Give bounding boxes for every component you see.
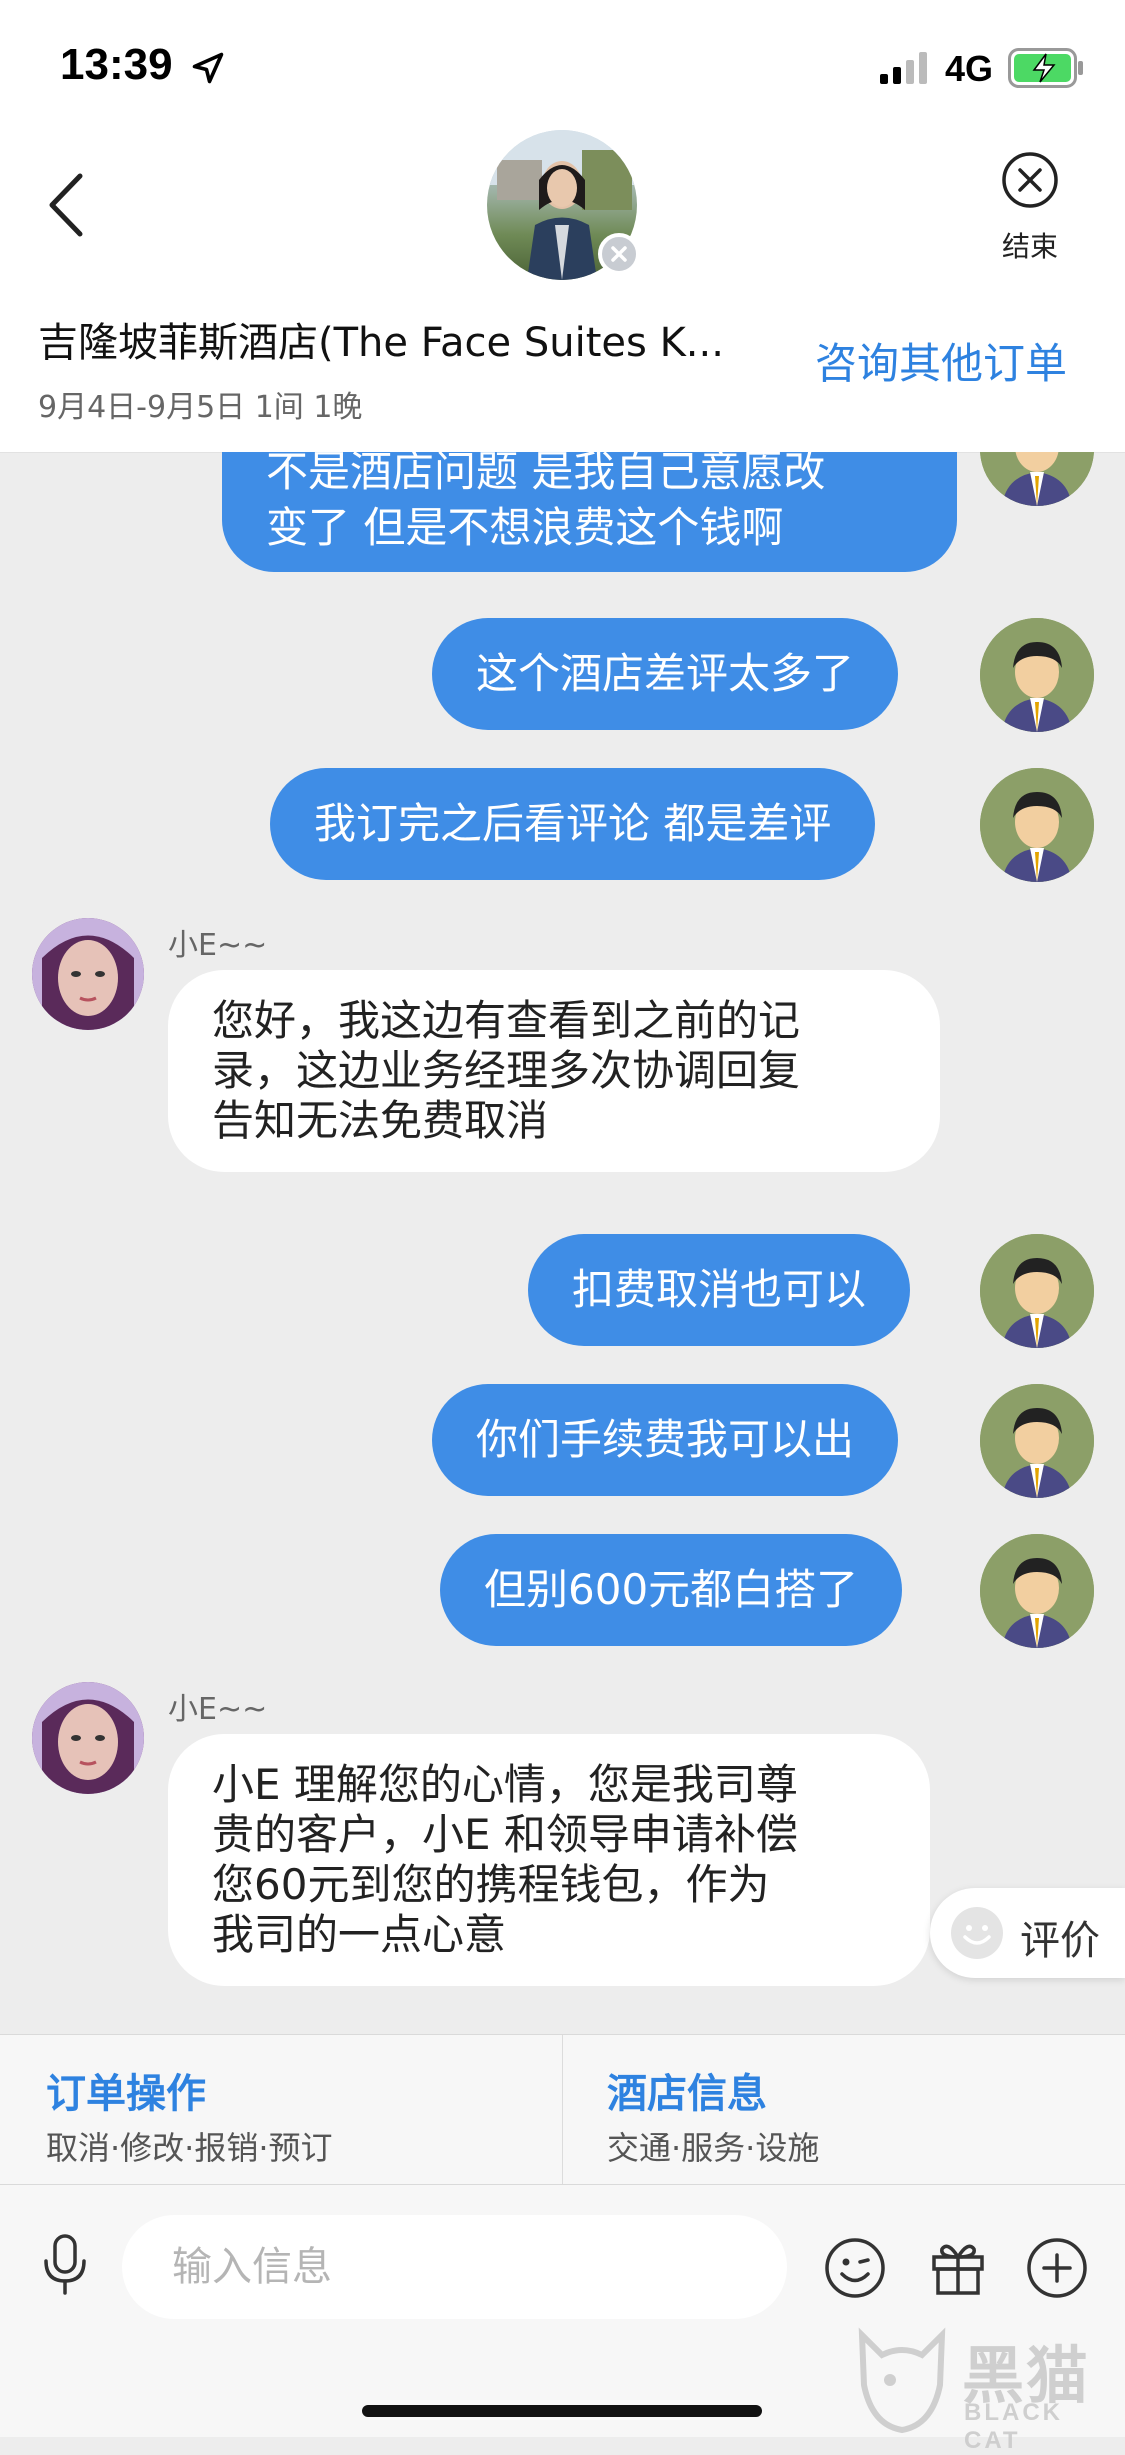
message-line: 不是酒店问题 是我自己意愿改 bbox=[266, 452, 826, 496]
message-line: 您好，我这边有查看到之前的记 bbox=[212, 996, 801, 1045]
order-operations-button[interactable]: 订单操作 取消·修改·报销·预订 bbox=[0, 2035, 562, 2185]
hotel-info-title: 酒店信息 bbox=[607, 2071, 767, 2117]
message-line: 您60元到您的携程钱包，作为 bbox=[212, 1860, 770, 1909]
user-message-bubble: 不是酒店问题 是我自己意愿改 变了 但是不想浪费这个钱啊 bbox=[222, 452, 957, 572]
message-text: 扣费取消也可以 bbox=[572, 1265, 867, 1314]
black-cat-logo-icon bbox=[858, 2327, 946, 2434]
battery-charging-icon bbox=[1008, 48, 1083, 88]
user-message-bubble: 我订完之后看评论 都是差评 bbox=[270, 768, 876, 880]
message-input[interactable] bbox=[122, 2215, 787, 2319]
microphone-icon[interactable] bbox=[40, 2233, 90, 2297]
status-bar: 13:39 4G bbox=[0, 0, 1125, 130]
end-chat-button[interactable]: 结束 bbox=[1000, 150, 1070, 263]
close-badge-icon[interactable] bbox=[598, 233, 640, 275]
user-avatar[interactable] bbox=[980, 1534, 1094, 1648]
user-avatar-icon bbox=[980, 768, 1094, 882]
watermark: 黑猫 BLACK CAT bbox=[852, 2325, 1122, 2454]
watermark-text-en: BLACK CAT bbox=[964, 2399, 1063, 2454]
rate-label: 评价 bbox=[1020, 1918, 1100, 1964]
network-type: 4G bbox=[945, 48, 994, 89]
user-avatar[interactable] bbox=[980, 1234, 1094, 1348]
hotel-info-button[interactable]: 酒店信息 交通·服务·设施 bbox=[563, 2035, 1125, 2185]
message-line: 录，这边业务经理多次协调回复 bbox=[212, 1046, 801, 1095]
smiley-icon bbox=[951, 1907, 1003, 1959]
order-operations-subtitle: 取消·修改·报销·预订 bbox=[46, 2129, 333, 2167]
user-avatar-icon bbox=[980, 1534, 1094, 1648]
chat-message-list[interactable]: 不是酒店问题 是我自己意愿改 变了 但是不想浪费这个钱啊 这个酒店差评太多了 我… bbox=[0, 452, 1125, 2032]
agent-name: 小E~~ bbox=[168, 928, 268, 963]
plus-circle-icon[interactable] bbox=[1026, 2237, 1088, 2299]
agent-message-bubble: 您好，我这边有查看到之前的记 录，这边业务经理多次协调回复 告知无法免费取消 bbox=[168, 970, 940, 1172]
user-avatar-icon bbox=[980, 452, 1094, 506]
user-avatar[interactable] bbox=[980, 768, 1094, 882]
message-text: 但别600元都白搭了 bbox=[484, 1565, 859, 1614]
home-indicator[interactable] bbox=[362, 2405, 762, 2417]
signal-strength-icon bbox=[880, 52, 927, 84]
back-arrow-icon[interactable] bbox=[42, 170, 90, 240]
gift-icon[interactable] bbox=[928, 2237, 988, 2297]
hotel-info-subtitle: 交通·服务·设施 bbox=[607, 2129, 820, 2167]
message-text: 我订完之后看评论 都是差评 bbox=[314, 799, 832, 848]
end-chat-label: 结束 bbox=[1002, 230, 1059, 263]
agent-message-bubble: 小E 理解您的心情，您是我司尊 贵的客户，小E 和领导申请补偿 您60元到您的携… bbox=[168, 1734, 930, 1986]
user-message-bubble: 但别600元都白搭了 bbox=[440, 1534, 903, 1646]
order-operations-title: 订单操作 bbox=[46, 2071, 206, 2117]
hotel-title: 吉隆坡菲斯酒店(The Face Suites K... bbox=[38, 320, 724, 366]
message-line: 变了 但是不想浪费这个钱啊 bbox=[266, 503, 784, 552]
message-text: 这个酒店差评太多了 bbox=[476, 649, 855, 698]
stay-dates: 9月4日-9月5日 1间 1晚 bbox=[38, 390, 363, 425]
location-arrow-icon bbox=[192, 52, 224, 84]
chat-header: 结束 吉隆坡菲斯酒店(The Face Suites K... 9月4日-9月5… bbox=[0, 130, 1125, 453]
agent-small-avatar[interactable] bbox=[32, 918, 144, 1030]
user-avatar-icon bbox=[980, 1234, 1094, 1348]
message-line: 小E 理解您的心情，您是我司尊 bbox=[212, 1760, 798, 1809]
quick-action-panel: 订单操作 取消·修改·报销·预订 酒店信息 交通·服务·设施 bbox=[0, 2034, 1125, 2185]
message-line: 我司的一点心意 bbox=[212, 1910, 507, 1959]
message-line: 告知无法免费取消 bbox=[212, 1096, 549, 1145]
rate-service-button[interactable]: 评价 bbox=[930, 1888, 1125, 1978]
user-avatar[interactable] bbox=[980, 452, 1094, 506]
emoji-icon[interactable] bbox=[824, 2237, 886, 2299]
message-line: 贵的客户，小E 和领导申请补偿 bbox=[212, 1810, 798, 1859]
status-time: 13:39 bbox=[60, 40, 173, 89]
agent-face-photo bbox=[32, 1682, 144, 1794]
consult-other-orders-link[interactable]: 咨询其他订单 bbox=[815, 330, 1067, 391]
message-text: 你们手续费我可以出 bbox=[476, 1415, 855, 1464]
agent-name: 小E~~ bbox=[168, 1692, 268, 1727]
user-avatar[interactable] bbox=[980, 1384, 1094, 1498]
user-avatar[interactable] bbox=[980, 618, 1094, 732]
user-message-bubble: 扣费取消也可以 bbox=[528, 1234, 911, 1346]
agent-small-avatar[interactable] bbox=[32, 1682, 144, 1794]
user-message-bubble: 你们手续费我可以出 bbox=[432, 1384, 899, 1496]
message-input-bar: 黑猫 BLACK CAT bbox=[0, 2184, 1125, 2454]
user-avatar-icon bbox=[980, 1384, 1094, 1498]
user-avatar-icon bbox=[980, 618, 1094, 732]
close-circle-icon bbox=[1002, 152, 1058, 208]
agent-face-photo bbox=[32, 918, 144, 1030]
user-message-bubble: 这个酒店差评太多了 bbox=[432, 618, 899, 730]
